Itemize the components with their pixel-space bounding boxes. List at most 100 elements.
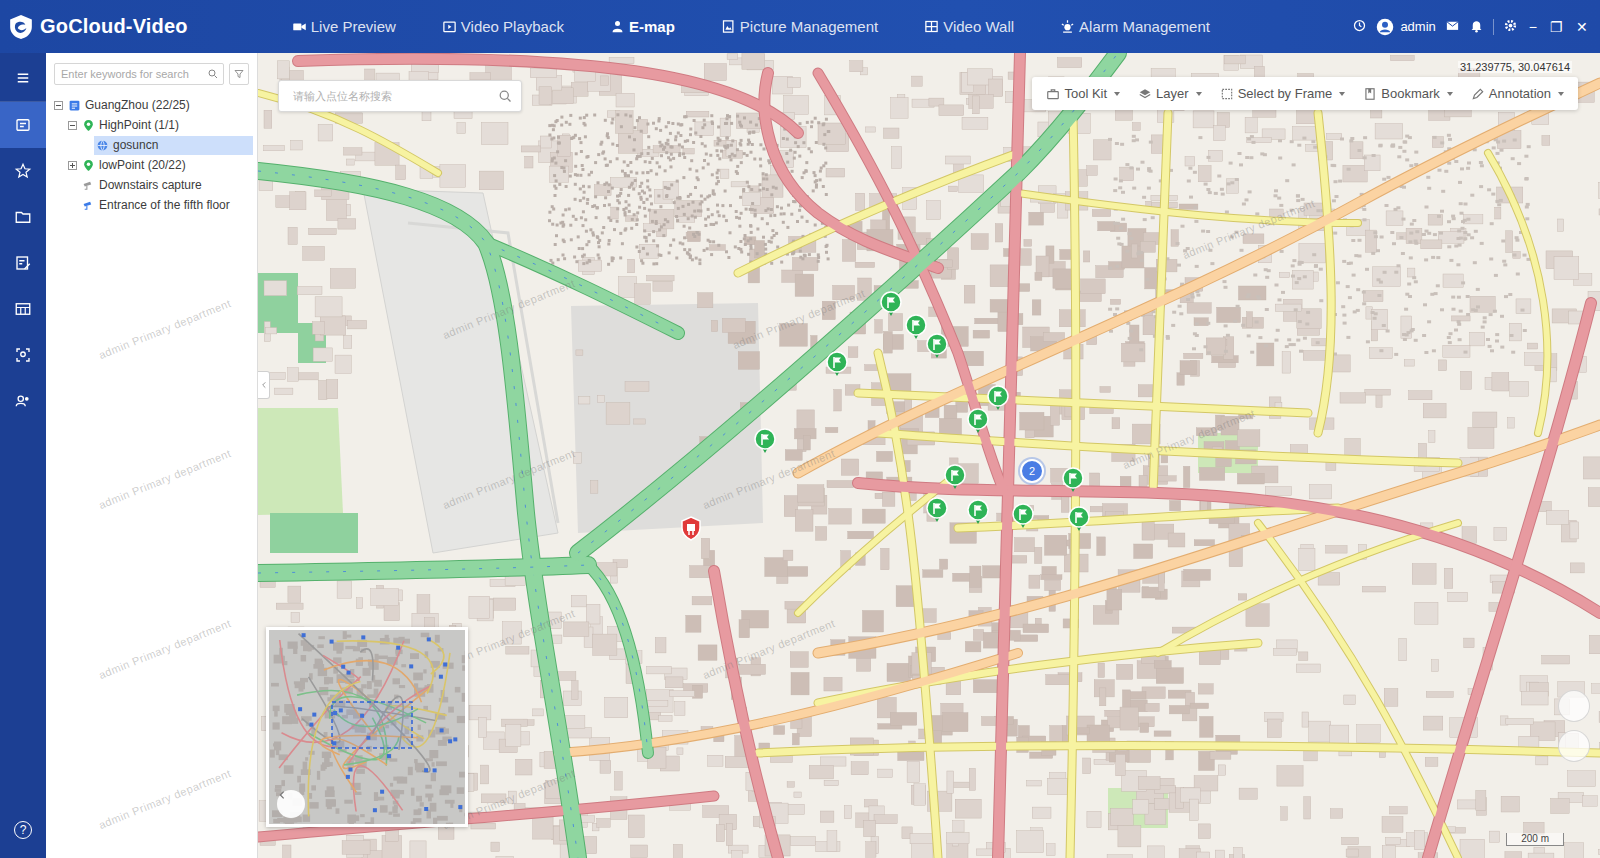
rail-item[interactable] xyxy=(0,194,46,240)
rail-item[interactable] xyxy=(0,148,46,194)
toolbar-button[interactable]: Bookmark xyxy=(1363,86,1453,101)
rail-item[interactable] xyxy=(0,332,46,378)
zoom-out-button[interactable] xyxy=(1558,730,1590,762)
location-pin-icon xyxy=(82,119,95,132)
camera-marker-icon xyxy=(1062,467,1084,493)
camera-pin[interactable] xyxy=(826,351,848,377)
rail-item[interactable] xyxy=(0,286,46,332)
map-search-field[interactable] xyxy=(278,80,522,112)
user-menu[interactable]: admin xyxy=(1376,18,1435,36)
caret-icon xyxy=(1558,92,1564,96)
separator xyxy=(1493,19,1494,35)
nav-tab[interactable]: Live Preview xyxy=(292,14,396,39)
history-button[interactable] xyxy=(1352,18,1367,36)
star-icon xyxy=(14,162,32,180)
camera-marker-icon xyxy=(944,464,966,490)
tree-row[interactable]: GuangZhou (22/25) xyxy=(46,95,257,115)
tree-row[interactable]: lowPoint (20/22) xyxy=(46,155,257,175)
tree-row[interactable]: HighPoint (1/1) xyxy=(46,115,257,135)
filter-button[interactable] xyxy=(229,63,249,85)
toolbar-label: Select by Frame xyxy=(1238,86,1333,101)
toolbar-label: Layer xyxy=(1156,86,1189,101)
camera-pin[interactable] xyxy=(987,385,1009,411)
nav-tab[interactable]: E-map xyxy=(610,14,675,39)
edit-list-icon xyxy=(14,254,32,272)
camera-marker-icon xyxy=(754,428,776,454)
tree-node[interactable]: Entrance of the fifth floor xyxy=(80,196,253,215)
minimap-toggle-button[interactable] xyxy=(277,790,305,818)
toggle-spacer xyxy=(82,141,91,150)
camera-pin[interactable] xyxy=(926,333,948,359)
collapse-panel-button[interactable] xyxy=(258,371,270,399)
caret-icon xyxy=(1114,92,1120,96)
help-label: ? xyxy=(14,821,32,839)
nav-label: Alarm Management xyxy=(1079,18,1210,35)
tree-row[interactable]: Downstairs capture xyxy=(46,175,257,195)
toolbar-button[interactable]: Layer xyxy=(1138,86,1202,101)
help-button[interactable]: ? xyxy=(0,810,46,850)
camera-pin[interactable] xyxy=(754,428,776,454)
minimize-button[interactable]: − xyxy=(1527,20,1539,34)
tree-row[interactable]: Entrance of the fifth floor xyxy=(46,195,257,215)
camera-pin[interactable] xyxy=(967,499,989,525)
watermark: admin Primary department xyxy=(97,617,233,681)
map-search-input[interactable] xyxy=(291,89,498,103)
rail-item[interactable] xyxy=(0,378,46,424)
nav-label: Live Preview xyxy=(311,18,396,35)
tree-search-input[interactable] xyxy=(61,68,207,80)
zoom-in-button[interactable] xyxy=(1558,690,1590,722)
nav-tab[interactable]: Video Playback xyxy=(442,14,564,39)
nav-tab[interactable]: Video Wall xyxy=(924,14,1014,39)
tree-node[interactable]: HighPoint (1/1) xyxy=(80,116,253,135)
user-name: admin xyxy=(1400,19,1435,34)
watermark: admin Primary department xyxy=(97,297,233,361)
expand-toggle[interactable] xyxy=(54,101,63,110)
rail-item[interactable] xyxy=(0,102,46,148)
cluster-marker[interactable]: 2 xyxy=(1020,459,1044,483)
face-scan-icon xyxy=(14,346,32,364)
alarm-pin[interactable] xyxy=(680,516,702,542)
tree-node[interactable]: gosuncn xyxy=(94,136,253,155)
tree-node[interactable]: Downstairs capture xyxy=(80,176,253,195)
nav-tab[interactable]: Alarm Management xyxy=(1060,14,1210,39)
restore-button[interactable]: ❐ xyxy=(1548,20,1565,34)
tree-node[interactable]: lowPoint (20/22) xyxy=(80,156,253,175)
toolbar-button[interactable]: Tool Kit xyxy=(1046,86,1120,101)
expand-toggle[interactable] xyxy=(68,121,77,130)
camera-pin[interactable] xyxy=(967,408,989,434)
camera-marker-icon xyxy=(826,351,848,377)
rail-item[interactable] xyxy=(0,55,46,102)
toolkit-icon xyxy=(1046,87,1060,101)
close-button[interactable]: ✕ xyxy=(1574,20,1590,34)
watermark: admin Primary department xyxy=(1181,197,1317,261)
e-map[interactable]: 2 admin Primary department admin Primary d… xyxy=(258,53,1600,858)
camera-pin[interactable] xyxy=(880,291,902,317)
mail-button[interactable] xyxy=(1445,18,1460,36)
overview-minimap[interactable] xyxy=(266,627,468,827)
rail-item[interactable] xyxy=(0,240,46,286)
camera-pin[interactable] xyxy=(926,497,948,523)
expand-toggle[interactable] xyxy=(68,161,77,170)
tree-node[interactable]: GuangZhou (22/25) xyxy=(66,96,253,115)
tree-label: Entrance of the fifth floor xyxy=(99,198,230,212)
scale-bar: 200 m xyxy=(1506,833,1564,846)
camera-pin[interactable] xyxy=(905,314,927,340)
camera-marker-icon xyxy=(1012,503,1034,529)
camera-pin[interactable] xyxy=(1012,503,1034,529)
tree-search-field[interactable] xyxy=(54,63,224,85)
toolbar-button[interactable]: Select by Frame xyxy=(1220,86,1346,101)
logo[interactable]: GoCloud-Video xyxy=(8,13,188,41)
nav-tab[interactable]: Picture Management xyxy=(721,14,878,39)
watermark: admin Primary department xyxy=(97,767,233,831)
settings-button[interactable] xyxy=(1503,18,1518,36)
toolbar-label: Tool Kit xyxy=(1064,86,1107,101)
watermark: admin Primary department xyxy=(441,447,577,511)
camera-pin[interactable] xyxy=(1062,467,1084,493)
toolbar-button[interactable]: Annotation xyxy=(1471,86,1564,101)
notification-button[interactable] xyxy=(1469,18,1484,36)
tree-row[interactable]: gosuncn xyxy=(46,135,257,155)
layer-icon xyxy=(1138,87,1152,101)
camera-pin[interactable] xyxy=(944,464,966,490)
nav-label: Video Playback xyxy=(461,18,564,35)
camera-pin[interactable] xyxy=(1068,506,1090,532)
